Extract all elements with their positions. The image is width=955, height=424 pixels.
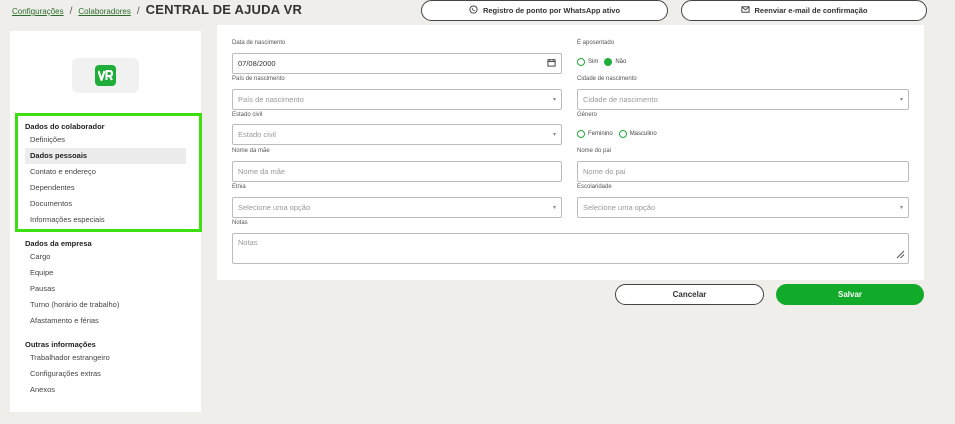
- cancel-button[interactable]: Cancelar: [615, 284, 764, 305]
- whatsapp-status-button[interactable]: Registro de ponto por WhatsApp ativo: [421, 0, 668, 21]
- birth-country-label: País de nascimento: [232, 76, 285, 82]
- breadcrumb-separator: /: [69, 6, 73, 17]
- breadcrumb-link-colaboradores[interactable]: Colaboradores: [78, 7, 130, 16]
- ethnicity-placeholder: Selecione uma opção: [238, 203, 311, 212]
- retired-radio-nao[interactable]: [604, 58, 613, 66]
- sidebar-group-title: Dados da empresa: [25, 239, 92, 248]
- birth-date-value: 07/08/2000: [238, 59, 276, 68]
- sidebar-item-trabalhador-estrangeiro[interactable]: Trabalhador estrangeiro: [25, 350, 186, 366]
- retired-label: É aposentado: [577, 40, 615, 46]
- birth-city-label: Cidade de nascimento: [577, 76, 637, 82]
- breadcrumb-link-configuracoes[interactable]: Configurações: [12, 7, 64, 16]
- notes-placeholder: Notas: [238, 238, 258, 247]
- sidebar-item-contato-endereco[interactable]: Contato e endereço: [25, 164, 186, 180]
- notes-label: Notas: [232, 220, 248, 226]
- birth-date-label: Data de nascimento: [232, 40, 286, 46]
- birth-country-select[interactable]: País de nascimento ▾: [232, 89, 562, 110]
- mother-name-placeholder: Nome da mãe: [238, 167, 286, 176]
- retired-radio-group: Sim Não: [577, 58, 629, 66]
- resend-email-label: Reenviar e-mail de confirmação: [754, 6, 868, 15]
- gender-option-masculino-label: Masculino: [629, 131, 657, 137]
- sidebar-item-equipe[interactable]: Equipe: [25, 265, 186, 281]
- vr-logo-icon: [95, 65, 116, 86]
- father-name-input[interactable]: Nome do pai: [577, 161, 909, 182]
- whatsapp-status-label: Registro de ponto por WhatsApp ativo: [482, 6, 621, 15]
- vr-logo-glyph: [98, 70, 113, 81]
- education-select[interactable]: Selecione uma opção ▾: [577, 197, 909, 218]
- save-button[interactable]: Salvar: [776, 284, 924, 305]
- sidebar-item-documentos[interactable]: Documentos: [25, 196, 186, 212]
- birth-date-field[interactable]: 07/08/2000: [232, 53, 562, 74]
- sidebar-group-title: Dados do colaborador: [25, 122, 105, 131]
- sidebar-item-dados-pessoais[interactable]: Dados pessoais: [25, 148, 186, 164]
- father-name-label: Nome do pai: [577, 148, 612, 154]
- birth-country-placeholder: País de nascimento: [238, 95, 304, 104]
- sidebar-group-title: Outras informações: [25, 340, 96, 349]
- gender-radio-masculino[interactable]: [618, 130, 627, 138]
- chevron-down-icon: ▾: [899, 97, 903, 103]
- sidebar: Dados do colaborador Definições Dados pe…: [10, 31, 202, 412]
- calendar-icon[interactable]: [547, 58, 556, 69]
- mail-icon: [740, 5, 750, 16]
- breadcrumb-separator: /: [136, 6, 140, 17]
- sidebar-item-informacoes-especiais[interactable]: Informações especiais: [25, 212, 186, 228]
- page-title: CENTRAL DE AJUDA VR: [145, 2, 303, 17]
- chevron-down-icon: ▾: [552, 97, 556, 103]
- chevron-down-icon: ▾: [552, 132, 556, 138]
- sidebar-group-outras-informacoes: Outras informações Trabalhador estrangei…: [25, 339, 186, 398]
- resend-email-button[interactable]: Reenviar e-mail de confirmação: [681, 0, 927, 21]
- education-label: Escolaridade: [577, 184, 612, 190]
- sidebar-item-pausas[interactable]: Pausas: [25, 281, 186, 297]
- gender-radio-group: Feminino Masculino: [577, 130, 660, 138]
- sidebar-item-definicoes[interactable]: Definições: [25, 132, 186, 148]
- gender-label: Gênero: [577, 112, 598, 118]
- whatsapp-icon: [469, 5, 478, 16]
- retired-option-nao-label: Não: [615, 59, 627, 65]
- education-placeholder: Selecione uma opção: [583, 203, 656, 212]
- birth-city-select[interactable]: Cidade de nascimento ▾: [577, 89, 909, 110]
- mother-name-input[interactable]: Nome da mãe: [232, 161, 562, 182]
- ethnicity-label: Etnia: [232, 184, 246, 190]
- sidebar-group-dados-colaborador: Dados do colaborador Definições Dados pe…: [25, 121, 186, 228]
- sidebar-item-dependentes[interactable]: Dependentes: [25, 180, 186, 196]
- retired-option-sim-label: Sim: [588, 59, 599, 65]
- birth-city-placeholder: Cidade de nascimento: [583, 95, 658, 104]
- retired-radio-sim[interactable]: [577, 58, 585, 66]
- father-name-placeholder: Nome do pai: [583, 167, 626, 176]
- resize-handle-icon[interactable]: [896, 250, 905, 261]
- ethnicity-select[interactable]: Selecione uma opção ▾: [232, 197, 562, 218]
- sidebar-item-configuracoes-extras[interactable]: Configurações extras: [25, 366, 186, 382]
- sidebar-item-cargo[interactable]: Cargo: [25, 249, 186, 265]
- mother-name-label: Nome da mãe: [232, 148, 270, 154]
- notes-textarea[interactable]: Notas: [232, 233, 909, 264]
- sidebar-group-dados-empresa: Dados da empresa Cargo Equipe Pausas Tur…: [25, 238, 186, 329]
- sidebar-item-afastamento-ferias[interactable]: Afastamento e férias: [25, 313, 186, 329]
- personal-data-form: Data de nascimento 07/08/2000 É aposenta…: [217, 25, 924, 280]
- marital-status-placeholder: Estado civil: [238, 130, 276, 139]
- marital-status-select[interactable]: Estado civil ▾: [232, 124, 562, 145]
- marital-status-label: Estado civil: [232, 112, 263, 118]
- sidebar-item-anexos[interactable]: Anexos: [25, 382, 186, 398]
- breadcrumb: Configurações / Colaboradores / CENTRAL …: [12, 2, 302, 17]
- chevron-down-icon: ▾: [552, 205, 556, 211]
- chevron-down-icon: ▾: [899, 205, 903, 211]
- logo: [72, 58, 139, 93]
- gender-option-feminino-label: Feminino: [588, 131, 613, 137]
- sidebar-item-turno[interactable]: Turno (horário de trabalho): [25, 297, 186, 313]
- gender-radio-feminino[interactable]: [577, 130, 585, 138]
